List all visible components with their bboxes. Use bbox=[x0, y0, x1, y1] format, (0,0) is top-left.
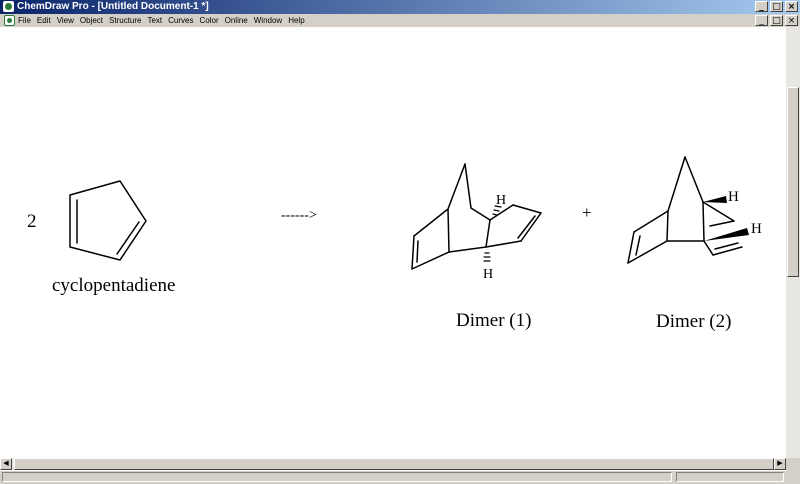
dimer-2-h-right: H bbox=[751, 221, 762, 237]
menu-text[interactable]: Text bbox=[147, 14, 162, 27]
menu-help[interactable]: Help bbox=[288, 14, 304, 27]
menu-online[interactable]: Online bbox=[225, 14, 248, 27]
document-icon[interactable] bbox=[4, 15, 15, 26]
doc-minimize-button[interactable]: _ bbox=[755, 15, 768, 26]
vertical-scrollbar[interactable] bbox=[786, 27, 800, 458]
menu-edit[interactable]: Edit bbox=[37, 14, 51, 27]
title-bar: ChemDraw Pro - [Untitled Document-1 *] _… bbox=[0, 0, 800, 14]
size-grip bbox=[786, 458, 800, 483]
cyclopentadiene-structure[interactable] bbox=[69, 180, 147, 261]
close-button[interactable]: × bbox=[785, 1, 798, 12]
dimer-2-h-top: H bbox=[728, 189, 739, 205]
dimer-1-structure[interactable] bbox=[411, 163, 542, 270]
reactant-label: cyclopentadiene bbox=[52, 275, 175, 296]
maximize-button[interactable]: □ bbox=[770, 1, 783, 12]
doc-close-button[interactable]: × bbox=[785, 15, 798, 26]
window-controls: _ □ × bbox=[755, 1, 798, 12]
menu-bar: File Edit View Object Structure Text Cur… bbox=[0, 14, 800, 27]
plus-sign: + bbox=[582, 203, 592, 222]
status-bar bbox=[0, 470, 786, 484]
wedge-bond-2 bbox=[704, 228, 749, 241]
window-title: ChemDraw Pro - [Untitled Document-1 *] bbox=[17, 1, 209, 12]
dimer-1-h-bottom: H bbox=[483, 267, 493, 282]
dimer-2-structure[interactable] bbox=[627, 156, 743, 264]
chemdraw-app-icon[interactable] bbox=[3, 1, 14, 12]
reaction-scheme: 2 cyclopentadiene ------> + H H H H Dime… bbox=[27, 156, 762, 332]
menu-view[interactable]: View bbox=[57, 14, 74, 27]
coefficient-label: 2 bbox=[27, 211, 37, 232]
dimer-1-label: Dimer (1) bbox=[456, 310, 531, 331]
vertical-scroll-thumb[interactable] bbox=[787, 87, 799, 277]
horizontal-scrollbar[interactable]: ◀ ▶ bbox=[0, 458, 786, 470]
menu-file[interactable]: File bbox=[18, 14, 31, 27]
horizontal-scroll-thumb[interactable] bbox=[14, 458, 774, 470]
status-pane-main bbox=[2, 472, 672, 482]
dimer-1-h-top: H bbox=[496, 193, 506, 208]
scroll-right-arrow-icon[interactable]: ▶ bbox=[774, 458, 786, 470]
dimer-2-label: Dimer (2) bbox=[656, 311, 731, 332]
menu-window[interactable]: Window bbox=[254, 14, 282, 27]
menu-structure[interactable]: Structure bbox=[109, 14, 141, 27]
reaction-arrow[interactable]: ------> bbox=[281, 208, 317, 223]
doc-restore-button[interactable]: □ bbox=[770, 15, 783, 26]
scroll-left-arrow-icon[interactable]: ◀ bbox=[0, 458, 12, 470]
menu-curves[interactable]: Curves bbox=[168, 14, 193, 27]
menu-color[interactable]: Color bbox=[200, 14, 219, 27]
minimize-button[interactable]: _ bbox=[755, 1, 768, 12]
status-pane-info bbox=[676, 472, 784, 482]
document-window-controls: _ □ × bbox=[755, 15, 798, 26]
drawing-canvas[interactable]: 2 cyclopentadiene ------> + H H H H Dime… bbox=[0, 27, 786, 458]
menu-object[interactable]: Object bbox=[80, 14, 103, 27]
wedge-bond-1 bbox=[703, 196, 727, 203]
